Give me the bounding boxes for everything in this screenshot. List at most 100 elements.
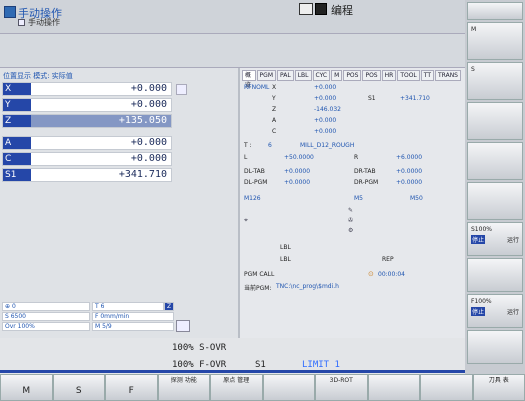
softkey-empty3[interactable] xyxy=(420,374,473,401)
rf-value: +0.000 xyxy=(314,84,337,91)
r-label: R xyxy=(354,154,359,161)
tab-pos2[interactable]: POS xyxy=(362,70,381,81)
tool-name: MILL_D12_ROUGH xyxy=(300,142,355,149)
message-band xyxy=(0,34,465,68)
vkey-f100[interactable]: F100% 停止 运行 xyxy=(467,294,523,328)
tab-pos[interactable]: POS xyxy=(343,70,362,81)
vkey-stop-label: 停止 xyxy=(471,235,486,244)
rep-label: REP xyxy=(382,256,394,263)
vkey-top[interactable] xyxy=(467,2,523,20)
tab-tt[interactable]: TT xyxy=(420,70,434,81)
axis-value: +0.000 xyxy=(130,83,167,94)
rf-value: -146.032 xyxy=(314,106,341,113)
tab-trans[interactable]: TRANS xyxy=(435,70,461,81)
drpgm-label: DR-PGM xyxy=(354,179,379,186)
rf-key: A xyxy=(272,117,277,124)
tab-pgm[interactable]: PGM xyxy=(256,70,276,81)
progress-bar xyxy=(0,370,465,373)
vkey-label: S xyxy=(471,66,475,73)
vkey-label: M xyxy=(471,26,477,33)
softkey-top: 原点 管理 xyxy=(223,377,250,384)
tab-pal[interactable]: PAL xyxy=(277,70,294,81)
limit-label: LIMIT 1 xyxy=(302,360,340,370)
spindle-label: S1 xyxy=(255,360,266,370)
status-cell: ⊕ 0 xyxy=(2,302,90,311)
vkey-label: S100% xyxy=(471,226,492,233)
drtab-value: +0.0000 xyxy=(396,168,423,175)
softkey-label: F xyxy=(128,386,134,396)
program-icon xyxy=(315,3,327,15)
lock-icon[interactable] xyxy=(176,84,187,95)
fan-icon: ✇ xyxy=(348,217,354,224)
mode-box[interactable]: 手动操作 手动操作 xyxy=(2,2,152,32)
tool-label: T : xyxy=(244,142,252,149)
softkey-probe[interactable]: 探测 功能 xyxy=(157,374,210,401)
tab-overview[interactable]: 概览 xyxy=(242,70,256,89)
softkey-m[interactable]: M xyxy=(0,374,53,401)
gear-icon: ⚙ xyxy=(348,227,354,234)
axis-name: X xyxy=(3,83,31,95)
rf-value: +0.000 xyxy=(314,95,337,102)
vkey-5[interactable] xyxy=(467,182,523,220)
status-cell: F 0mm/min xyxy=(92,312,174,321)
softkey-3d-rot[interactable]: 3D-ROT xyxy=(315,374,368,401)
softkey-empty2[interactable] xyxy=(367,374,420,401)
lbl2-label: LBL xyxy=(280,256,291,263)
axis-name: S1 xyxy=(3,169,31,181)
rf-key: X xyxy=(272,84,277,91)
axis-c-row: C +0.000 xyxy=(2,152,172,166)
vkey-s100[interactable]: S100% 停止 运行 xyxy=(467,222,523,256)
l-label: L xyxy=(244,154,248,161)
dltab-label: DL-TAB xyxy=(244,168,265,175)
rf-value: +341.710 xyxy=(400,95,430,102)
status-panel: 概览 PGM PAL LBL CYC M POS POS HR TOOL TT … xyxy=(240,68,465,338)
status-block: ⊕ 0 T 6 Z S 6500 F 0mm/min Ovr 100% M 5/… xyxy=(0,302,238,338)
tab-lbl[interactable]: LBL xyxy=(294,70,312,81)
vkey-m[interactable]: M xyxy=(467,22,523,60)
axis-name: C xyxy=(3,153,31,165)
vkey-6[interactable] xyxy=(467,258,523,292)
axis-name: Z xyxy=(3,115,31,127)
vkey-4[interactable] xyxy=(467,142,523,180)
drpgm-value: +0.0000 xyxy=(396,179,423,186)
current-pgm-label: 当前PGM: xyxy=(244,285,272,292)
tab-tool[interactable]: TOOL xyxy=(397,70,420,81)
mode-subtitle: 手动操作 xyxy=(28,18,60,27)
f-ovr: 100% F-OVR xyxy=(172,360,227,370)
status-cell: Ovr 100% xyxy=(2,322,90,331)
softkey-preset[interactable]: 原点 管理 xyxy=(210,374,263,401)
program-mode-title[interactable]: 编程 xyxy=(331,2,353,18)
dlpgm-label: DL-PGM xyxy=(244,179,268,186)
lbl1-label: LBL xyxy=(280,244,291,251)
rf-label: RFNOML xyxy=(244,84,270,91)
m50-label: M50 xyxy=(410,195,423,202)
softkey-top: 探测 功能 xyxy=(170,377,197,384)
axis-value: +0.000 xyxy=(130,153,167,164)
softkey-empty1[interactable] xyxy=(262,374,315,401)
current-pgm-path: TNC:\nc_prog\$mdi.h xyxy=(276,283,339,290)
softkey-tool-table[interactable]: 刀具 表 xyxy=(472,374,525,401)
vkey-run-label: 运行 xyxy=(506,237,519,244)
tab-m[interactable]: M xyxy=(331,70,343,81)
softkey-label: M xyxy=(22,386,31,396)
header: 手动操作 手动操作 编程 xyxy=(0,0,465,34)
cnc-screen: 手动操作 手动操作 编程 位置显示 模式: 实际值 X +0.000 Y +0.00… xyxy=(0,0,525,401)
s-ovr: 100% S-OVR xyxy=(172,343,227,353)
dlpgm-value: +0.0000 xyxy=(284,179,311,186)
softkey-label: S xyxy=(75,386,82,396)
vkey-7[interactable] xyxy=(467,330,523,364)
probe-icon: ⌖ xyxy=(244,216,248,224)
tab-hr[interactable]: HR xyxy=(381,70,397,81)
softkey-f[interactable]: F xyxy=(105,374,158,401)
vkey-stop-label: 停止 xyxy=(471,307,486,316)
softkey-s[interactable]: S xyxy=(52,374,105,401)
tab-cyc[interactable]: CYC xyxy=(312,70,331,81)
rf-key: Y xyxy=(272,95,276,102)
vkey-run-label: 运行 xyxy=(506,309,519,316)
rf-value: +0.000 xyxy=(314,128,337,135)
vkey-s[interactable]: S xyxy=(467,62,523,100)
vkey-label: F100% xyxy=(471,298,492,305)
rf-key: C xyxy=(272,128,277,135)
axis-s1-row: S1 +341.710 xyxy=(2,168,172,182)
vkey-3[interactable] xyxy=(467,102,523,140)
